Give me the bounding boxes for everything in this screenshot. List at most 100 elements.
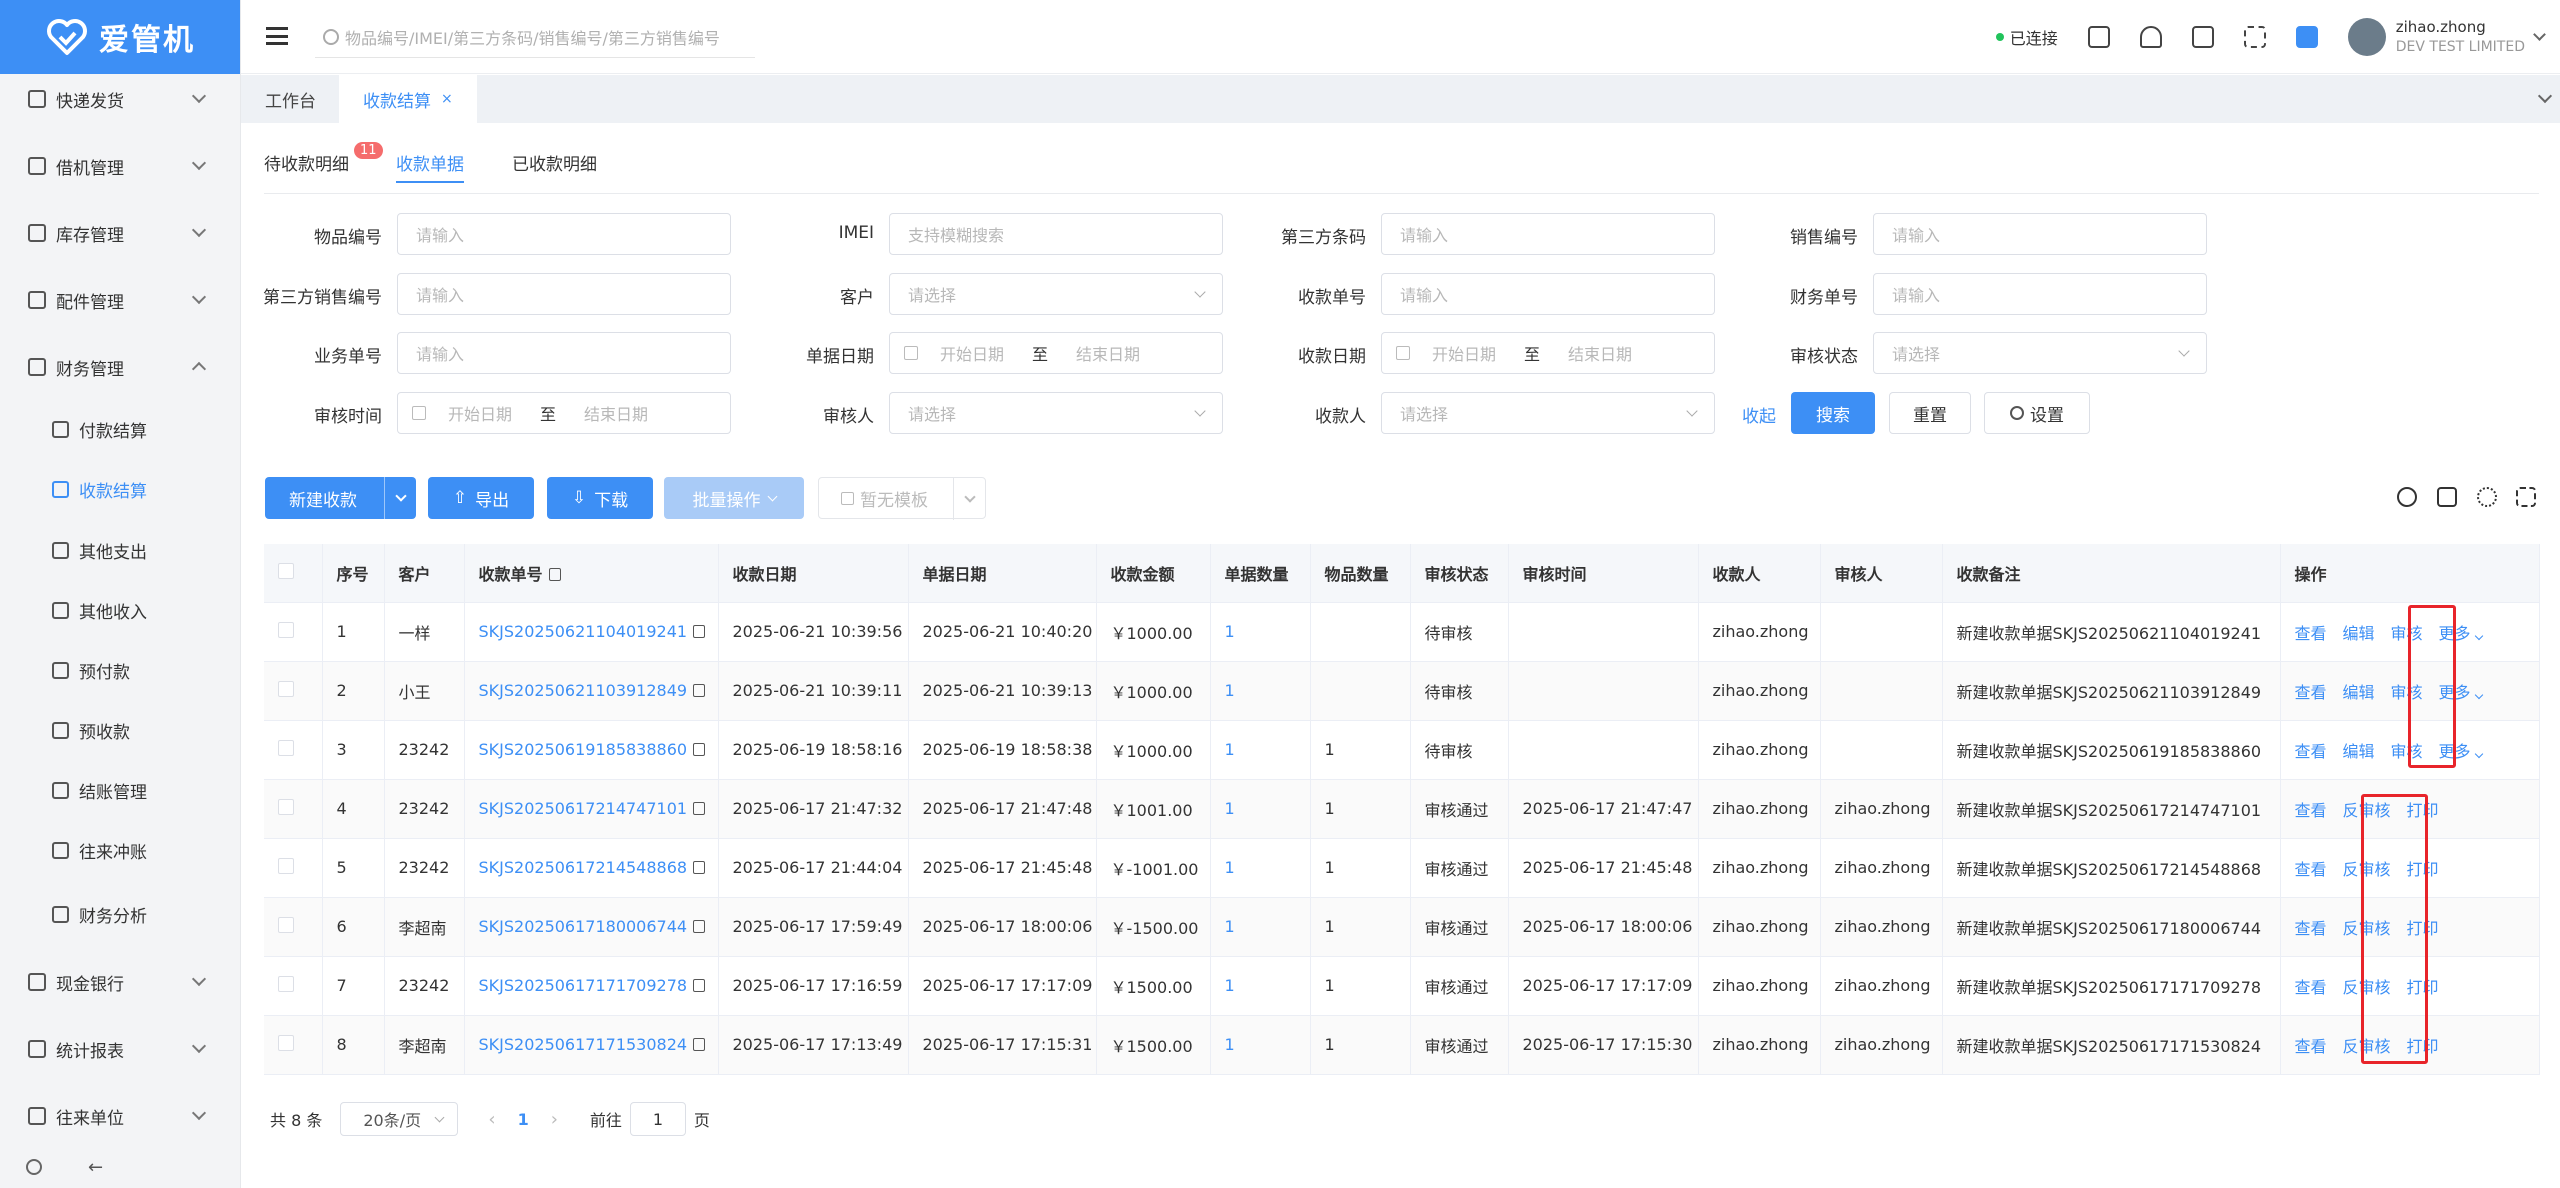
copy-icon[interactable] xyxy=(548,567,561,581)
action-link[interactable]: 查看 xyxy=(2295,801,2327,820)
bell-icon[interactable] xyxy=(2139,26,2162,48)
sales-no-input[interactable]: 请输入 xyxy=(1873,213,2207,255)
copy-icon[interactable] xyxy=(693,802,706,815)
row-checkbox[interactable] xyxy=(278,798,294,815)
select-all-checkbox[interactable] xyxy=(278,562,294,579)
receipt-no-link[interactable]: SKJS20250617180006744 xyxy=(479,917,688,936)
receipt-no-link[interactable]: SKJS20250617214548868 xyxy=(479,858,688,877)
auditor-select[interactable]: 请选择 xyxy=(889,392,1223,434)
tab-receipt-documents[interactable]: 收款单据 xyxy=(396,150,464,183)
page-number-current[interactable]: 1 xyxy=(518,1110,529,1129)
third-sales-no-input[interactable]: 请输入 xyxy=(397,273,731,315)
sidebar-item-receipt-settlement[interactable]: 收款结算 xyxy=(0,467,240,511)
next-page-icon[interactable]: › xyxy=(551,1109,558,1130)
menu-toggle-icon[interactable] xyxy=(266,27,288,45)
gear-icon[interactable] xyxy=(26,1159,42,1175)
action-link[interactable]: 查看 xyxy=(2295,742,2327,761)
action-link[interactable]: 查看 xyxy=(2295,860,2327,879)
export-button[interactable]: ⇧ 导出 xyxy=(428,477,534,519)
action-link[interactable]: 查看 xyxy=(2295,978,2327,997)
sidebar-item-inventory[interactable]: 库存管理 xyxy=(0,213,240,253)
doc-qty-link[interactable]: 1 xyxy=(1225,1035,1235,1054)
business-no-input[interactable]: 请输入 xyxy=(397,332,731,374)
fullscreen-icon[interactable] xyxy=(2516,487,2536,507)
receipt-no-input[interactable]: 请输入 xyxy=(1381,273,1715,315)
copy-icon[interactable] xyxy=(693,920,706,933)
table-row[interactable]: 1 一样 SKJS20250621104019241 2025-06-21 10:39… xyxy=(264,602,2540,662)
sidebar-item-advance-receipt[interactable]: 预收款 xyxy=(0,708,240,752)
copy-icon[interactable] xyxy=(693,979,706,992)
prev-page-icon[interactable]: ‹ xyxy=(488,1109,495,1130)
action-link[interactable]: 查看 xyxy=(2295,624,2327,643)
search-button[interactable]: 搜索 xyxy=(1791,392,1875,434)
action-link[interactable]: 编辑 xyxy=(2343,683,2375,702)
sidebar-item-offset[interactable]: 往来冲账 xyxy=(0,828,240,872)
row-checkbox[interactable] xyxy=(278,857,294,874)
row-checkbox[interactable] xyxy=(278,1034,294,1051)
sidebar-item-other-expense[interactable]: 其他支出 xyxy=(0,528,240,572)
sidebar-item-express[interactable]: 快递发货 xyxy=(0,79,240,119)
receiver-select[interactable]: 请选择 xyxy=(1381,392,1715,434)
search-icon[interactable] xyxy=(2397,487,2417,507)
doc-date-range[interactable]: 开始日期 至 结束日期 xyxy=(889,332,1223,374)
imei-input[interactable]: 支持模糊搜索 xyxy=(889,213,1223,255)
tab-received-details[interactable]: 已收款明细 xyxy=(512,150,597,175)
doc-qty-link[interactable]: 1 xyxy=(1225,799,1235,818)
table-row[interactable]: 8 李超南 SKJS20250617171530824 2025-06-17 17:1… xyxy=(264,1015,2540,1075)
copy-icon[interactable] xyxy=(693,861,706,874)
settings-button[interactable]: 设置 xyxy=(1984,392,2090,434)
fullscreen-icon[interactable] xyxy=(2243,26,2266,48)
close-icon[interactable]: × xyxy=(441,91,453,107)
action-link[interactable]: 编辑 xyxy=(2343,624,2375,643)
doc-qty-link[interactable]: 1 xyxy=(1225,681,1235,700)
receipt-no-link[interactable]: SKJS20250617171709278 xyxy=(479,976,688,995)
chevron-down-icon[interactable] xyxy=(2533,27,2546,41)
row-checkbox[interactable] xyxy=(278,739,294,756)
copy-icon[interactable] xyxy=(693,684,706,697)
new-receipt-dropdown[interactable] xyxy=(384,477,416,519)
app-logo[interactable]: 爱管机 xyxy=(0,0,240,74)
density-icon[interactable] xyxy=(2437,487,2457,507)
table-row[interactable]: 6 李超南 SKJS20250617180006744 2025-06-17 17:5… xyxy=(264,897,2540,957)
sidebar-item-payment-settlement[interactable]: 付款结算 xyxy=(0,407,240,451)
sidebar-item-partners[interactable]: 往来单位 xyxy=(0,1096,240,1136)
book-icon[interactable] xyxy=(2191,26,2214,48)
item-no-input[interactable]: 请输入 xyxy=(397,213,731,255)
action-link[interactable]: 查看 xyxy=(2295,919,2327,938)
receipt-no-link[interactable]: SKJS20250621103912849 xyxy=(479,681,688,700)
doc-qty-link[interactable]: 1 xyxy=(1225,622,1235,641)
sidebar-item-reports[interactable]: 统计报表 xyxy=(0,1029,240,1069)
avatar[interactable] xyxy=(2347,18,2386,56)
template-dropdown[interactable] xyxy=(953,478,985,520)
tab-workbench[interactable]: 工作台 xyxy=(241,75,340,123)
action-link[interactable]: 编辑 xyxy=(2343,742,2375,761)
receipt-no-link[interactable]: SKJS20250617171530824 xyxy=(479,1035,688,1054)
barcode-input[interactable]: 请输入 xyxy=(1381,213,1715,255)
chevron-down-icon[interactable] xyxy=(2537,88,2553,104)
doc-qty-link[interactable]: 1 xyxy=(1225,917,1235,936)
doc-qty-link[interactable]: 1 xyxy=(1225,858,1235,877)
action-link[interactable]: 查看 xyxy=(2295,683,2327,702)
page-size-select[interactable]: 20条/页 xyxy=(340,1102,459,1136)
row-checkbox[interactable] xyxy=(278,680,294,697)
sidebar-item-loan[interactable]: 借机管理 xyxy=(0,146,240,186)
image-icon[interactable] xyxy=(2087,26,2110,48)
row-checkbox[interactable] xyxy=(278,916,294,933)
download-button[interactable]: ⇩ 下载 xyxy=(547,477,653,519)
tab-pending-receipts[interactable]: 待收款明细 11 xyxy=(264,142,383,175)
sidebar-item-cash-bank[interactable]: 现金银行 xyxy=(0,962,240,1002)
dropdown-square-icon[interactable] xyxy=(2295,26,2318,48)
reset-button[interactable]: 重置 xyxy=(1889,392,1971,434)
goto-page-input[interactable]: 1 xyxy=(629,1102,686,1136)
action-link[interactable]: 查看 xyxy=(2295,1037,2327,1056)
receipt-no-link[interactable]: SKJS20250621104019241 xyxy=(479,622,688,641)
table-row[interactable]: 2 小王 SKJS20250621103912849 2025-06-21 10:39… xyxy=(264,661,2540,721)
finance-no-input[interactable]: 请输入 xyxy=(1873,273,2207,315)
table-row[interactable]: 3 23242 SKJS20250619185838860 2025-06-19 18… xyxy=(264,720,2540,780)
receipt-no-link[interactable]: SKJS20250617214747101 xyxy=(479,799,688,818)
collapse-link[interactable]: 收起 xyxy=(1742,402,1776,427)
sidebar-item-closing[interactable]: 结账管理 xyxy=(0,768,240,812)
tab-receipt-settlement[interactable]: 收款结算 × xyxy=(339,75,477,123)
customer-select[interactable]: 请选择 xyxy=(889,273,1223,315)
table-row[interactable]: 5 23242 SKJS20250617214548868 2025-06-17 21… xyxy=(264,838,2540,898)
